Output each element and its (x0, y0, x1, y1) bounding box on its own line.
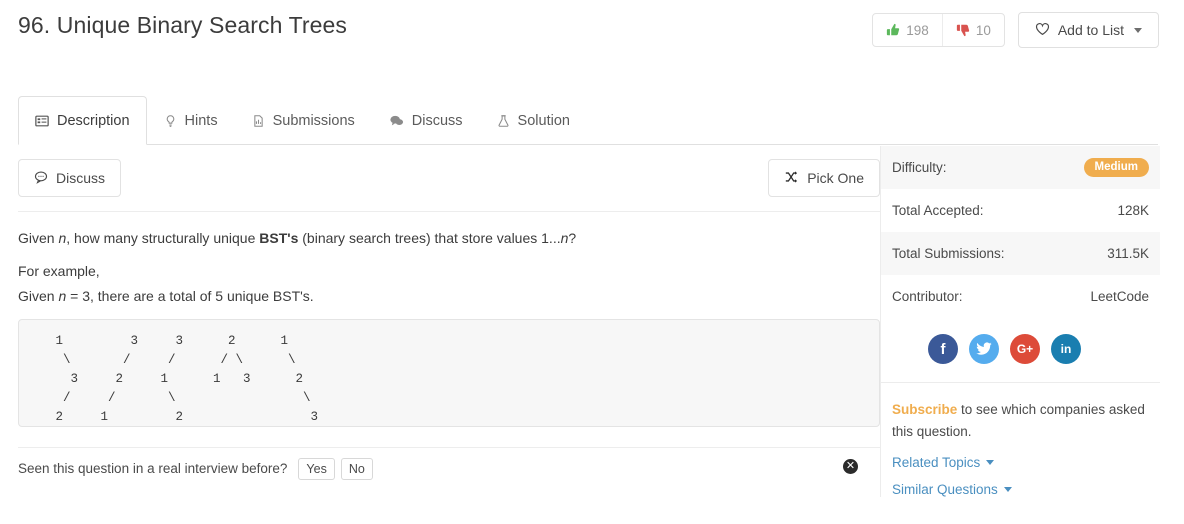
desc-text: Given (18, 230, 59, 246)
file-icon (252, 114, 265, 128)
desc-text: = 3, there are a total of 5 unique BST's… (66, 287, 314, 304)
twitter-icon[interactable] (969, 334, 999, 364)
vote-group: 198 10 (872, 13, 1005, 47)
thumbs-up-icon (886, 23, 900, 37)
shuffle-icon (784, 170, 799, 187)
pick-one-button[interactable]: Pick One (768, 159, 880, 197)
google-plus-icon[interactable]: G+ (1010, 334, 1040, 364)
problem-sidebar: Difficulty: Medium Total Accepted: 128K … (880, 146, 1160, 497)
stat-value: 311.5K (1107, 246, 1149, 261)
chevron-down-icon (986, 460, 995, 465)
stat-value: LeetCode (1090, 289, 1149, 304)
page-header: 96. Unique Binary Search Trees 198 10 Ad… (0, 0, 1184, 72)
tab-bar: Description Hints Submissions Discuss So… (18, 94, 1158, 145)
similar-questions-label: Similar Questions (892, 482, 998, 497)
content-toolbar: Discuss Pick One (18, 158, 880, 198)
tab-label: Discuss (411, 112, 463, 129)
chevron-down-icon (1003, 487, 1012, 492)
stat-row-difficulty: Difficulty: Medium (881, 146, 1160, 189)
social-share-row: f G+ in (881, 318, 1160, 382)
page-title: 96. Unique Binary Search Trees (18, 12, 348, 38)
interview-survey: Seen this question in a real interview b… (18, 448, 880, 490)
tab-solution[interactable]: Solution (480, 96, 587, 145)
desc-text: ? (568, 230, 577, 246)
subscribe-link[interactable]: Subscribe (892, 402, 957, 417)
problem-page: 96. Unique Binary Search Trees 198 10 Ad… (0, 0, 1184, 524)
tab-discuss[interactable]: Discuss (372, 96, 480, 145)
discuss-button[interactable]: Discuss (18, 159, 122, 197)
survey-yes-button[interactable]: Yes (298, 457, 335, 480)
tab-label: Description (57, 112, 130, 129)
stat-label: Difficulty: (892, 160, 947, 175)
survey-no-button[interactable]: No (340, 457, 373, 480)
lightbulb-icon (164, 114, 177, 128)
desc-text: (binary search trees) that store values … (298, 230, 561, 246)
upvote-button[interactable]: 198 (873, 14, 942, 46)
stat-row-total-accepted: Total Accepted: 128K (881, 189, 1160, 232)
stat-label: Contributor: (892, 289, 963, 304)
comment-icon (34, 170, 48, 187)
survey-answers: Yes No (298, 457, 373, 480)
header-actions: 198 10 Add to List (872, 12, 1159, 48)
desc-bold-bst: BST's (259, 230, 299, 246)
flask-icon (497, 114, 510, 128)
similar-questions-link[interactable]: Similar Questions (881, 470, 1160, 497)
add-to-list-button[interactable]: Add to List (1017, 12, 1159, 48)
description-line-1: Given n, how many structurally unique BS… (18, 228, 880, 248)
chevron-down-icon (1134, 27, 1142, 33)
close-circle-icon[interactable]: ✕ (843, 458, 858, 474)
heart-icon (1035, 22, 1050, 39)
tab-label: Solution (517, 112, 570, 129)
stat-value: 128K (1117, 203, 1149, 218)
tab-hints[interactable]: Hints (147, 96, 235, 145)
linkedin-icon[interactable]: in (1051, 334, 1081, 364)
problem-description: Given n, how many structurally unique BS… (18, 212, 880, 427)
list-icon (35, 114, 49, 128)
tab-description[interactable]: Description (18, 96, 147, 145)
chat-icon (389, 114, 404, 128)
thumbs-down-icon (956, 23, 970, 37)
main-content: Discuss Pick One Given n, how many struc… (18, 158, 880, 490)
add-to-list-label: Add to List (1057, 22, 1124, 38)
related-topics-label: Related Topics (892, 455, 981, 470)
stat-label: Total Submissions: (892, 246, 1005, 261)
upvote-count: 198 (906, 22, 929, 38)
stat-row-contributor: Contributor: LeetCode (881, 275, 1160, 318)
pick-one-label: Pick One (807, 170, 864, 186)
desc-text: , how many structurally unique (66, 230, 260, 246)
stat-label: Total Accepted: (892, 203, 984, 218)
related-topics-link[interactable]: Related Topics (881, 443, 1160, 470)
stat-row-total-submissions: Total Submissions: 311.5K (881, 232, 1160, 275)
downvote-button[interactable]: 10 (941, 14, 1004, 46)
given-line: Given n = 3, there are a total of 5 uniq… (18, 286, 880, 306)
facebook-icon[interactable]: f (928, 334, 958, 364)
survey-question: Seen this question in a real interview b… (18, 461, 288, 477)
bst-ascii-diagram: 1 3 3 2 1 \ / / / \ \ 3 2 1 1 3 2 / / \ … (18, 318, 880, 427)
tab-label: Submissions (272, 112, 355, 129)
discuss-label: Discuss (56, 170, 106, 186)
subscribe-note: Subscribe to see which companies asked t… (881, 383, 1160, 443)
difficulty-badge: Medium (1083, 157, 1149, 178)
tab-submissions[interactable]: Submissions (235, 96, 372, 145)
tab-label: Hints (184, 112, 218, 129)
for-example-line: For example, (18, 263, 100, 280)
desc-text: Given (18, 287, 59, 304)
downvote-count: 10 (975, 22, 991, 38)
